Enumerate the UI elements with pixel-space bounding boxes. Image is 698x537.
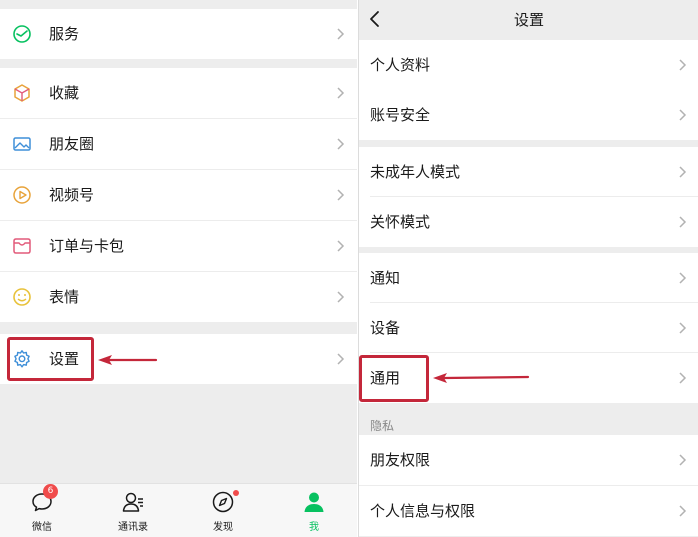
general-highlight-box: [359, 355, 429, 402]
moments-image-icon: [13, 137, 31, 151]
chevron-right-icon: [679, 322, 687, 334]
tab-label: 我: [309, 522, 319, 533]
me-person-icon: [304, 492, 324, 512]
chevron-right-icon: [337, 240, 345, 252]
favorites-cube-icon: [14, 84, 30, 102]
chevron-right-icon: [337, 28, 345, 40]
tab-contacts[interactable]: 通讯录: [88, 484, 178, 537]
menu-item-moments[interactable]: 朋友圈: [0, 119, 357, 169]
me-page: 服务 收藏 朋友圈 视频号 订单与卡包 表情 设置 6 微信 通讯录 发现 我: [0, 0, 357, 537]
settings-highlight-box: [7, 337, 94, 381]
chevron-right-icon: [337, 291, 345, 303]
tab-label: 通讯录: [118, 522, 148, 533]
settings-item-label: 设备: [370, 319, 401, 337]
menu-item-favorites[interactable]: 收藏: [0, 68, 357, 118]
settings-item-label: 个人资料: [370, 56, 431, 74]
menu-item-channels[interactable]: 视频号: [0, 170, 357, 220]
chevron-right-icon: [337, 353, 345, 365]
settings-item-personal-info-permissions[interactable]: 个人信息与权限: [359, 486, 698, 536]
settings-item-label: 朋友权限: [370, 451, 431, 469]
settings-item-account-security[interactable]: 账号安全: [359, 90, 698, 140]
menu-item-services[interactable]: 服务: [0, 9, 357, 59]
menu-item-label: 订单与卡包: [49, 237, 125, 255]
settings-item-label: 账号安全: [370, 106, 431, 124]
settings-item-minor-mode[interactable]: 未成年人模式: [359, 147, 698, 197]
chevron-right-icon: [679, 109, 687, 121]
chevron-right-icon: [337, 87, 345, 99]
menu-item-orders-cards[interactable]: 订单与卡包: [0, 221, 357, 271]
settings-item-label: 通知: [370, 269, 401, 287]
settings-item-care-mode[interactable]: 关怀模式: [359, 197, 698, 247]
tab-me[interactable]: 我: [269, 484, 359, 537]
menu-item-label: 收藏: [49, 84, 80, 102]
tab-label: 发现: [213, 522, 233, 533]
notification-dot: [233, 490, 239, 496]
contacts-person-icon: [122, 492, 143, 512]
settings-item-label: 关怀模式: [370, 213, 431, 231]
compass-icon: [212, 491, 234, 513]
settings-item-notifications[interactable]: 通知: [359, 253, 698, 303]
bottom-tab-bar: 6 微信 通讯录 发现 我: [0, 483, 357, 537]
page-title: 设置: [513, 11, 544, 29]
unread-badge: 6: [43, 484, 58, 499]
orders-wallet-icon: [13, 238, 31, 254]
chevron-right-icon: [679, 216, 687, 228]
chevron-right-icon: [679, 505, 687, 517]
menu-item-label: 服务: [49, 25, 80, 43]
chevron-right-icon: [679, 59, 687, 71]
menu-item-label: 表情: [49, 288, 80, 306]
settings-item-friend-permissions[interactable]: 朋友权限: [359, 435, 698, 485]
settings-item-profile[interactable]: 个人资料: [359, 40, 698, 90]
chevron-right-icon: [679, 166, 687, 178]
stickers-smiley-icon: [13, 288, 31, 306]
settings-page: 设置 个人资料 账号安全 未成年人模式 关怀模式 通知 设备 通用 隐私 朋友权…: [358, 0, 698, 537]
settings-item-label: 未成年人模式: [370, 163, 461, 181]
tab-label: 微信: [32, 522, 52, 533]
tab-discover[interactable]: 发现: [178, 484, 268, 537]
chevron-right-icon: [679, 454, 687, 466]
chevron-right-icon: [337, 189, 345, 201]
right-arrow-annotation: [433, 373, 530, 383]
chevron-right-icon: [337, 138, 345, 150]
menu-item-label: 视频号: [49, 186, 95, 204]
tab-chats[interactable]: 6 微信: [0, 484, 87, 537]
nav-bar: 设置: [359, 0, 698, 40]
settings-item-devices[interactable]: 设备: [359, 303, 698, 353]
chevron-right-icon: [679, 372, 687, 384]
services-icon: [13, 25, 31, 43]
chevron-right-icon: [679, 272, 687, 284]
menu-item-stickers[interactable]: 表情: [0, 272, 357, 322]
settings-item-label: 个人信息与权限: [370, 502, 476, 520]
section-header-privacy: 隐私: [370, 419, 395, 433]
channels-play-icon: [13, 186, 31, 204]
left-arrow-annotation: [98, 355, 158, 365]
menu-item-label: 朋友圈: [49, 135, 95, 153]
